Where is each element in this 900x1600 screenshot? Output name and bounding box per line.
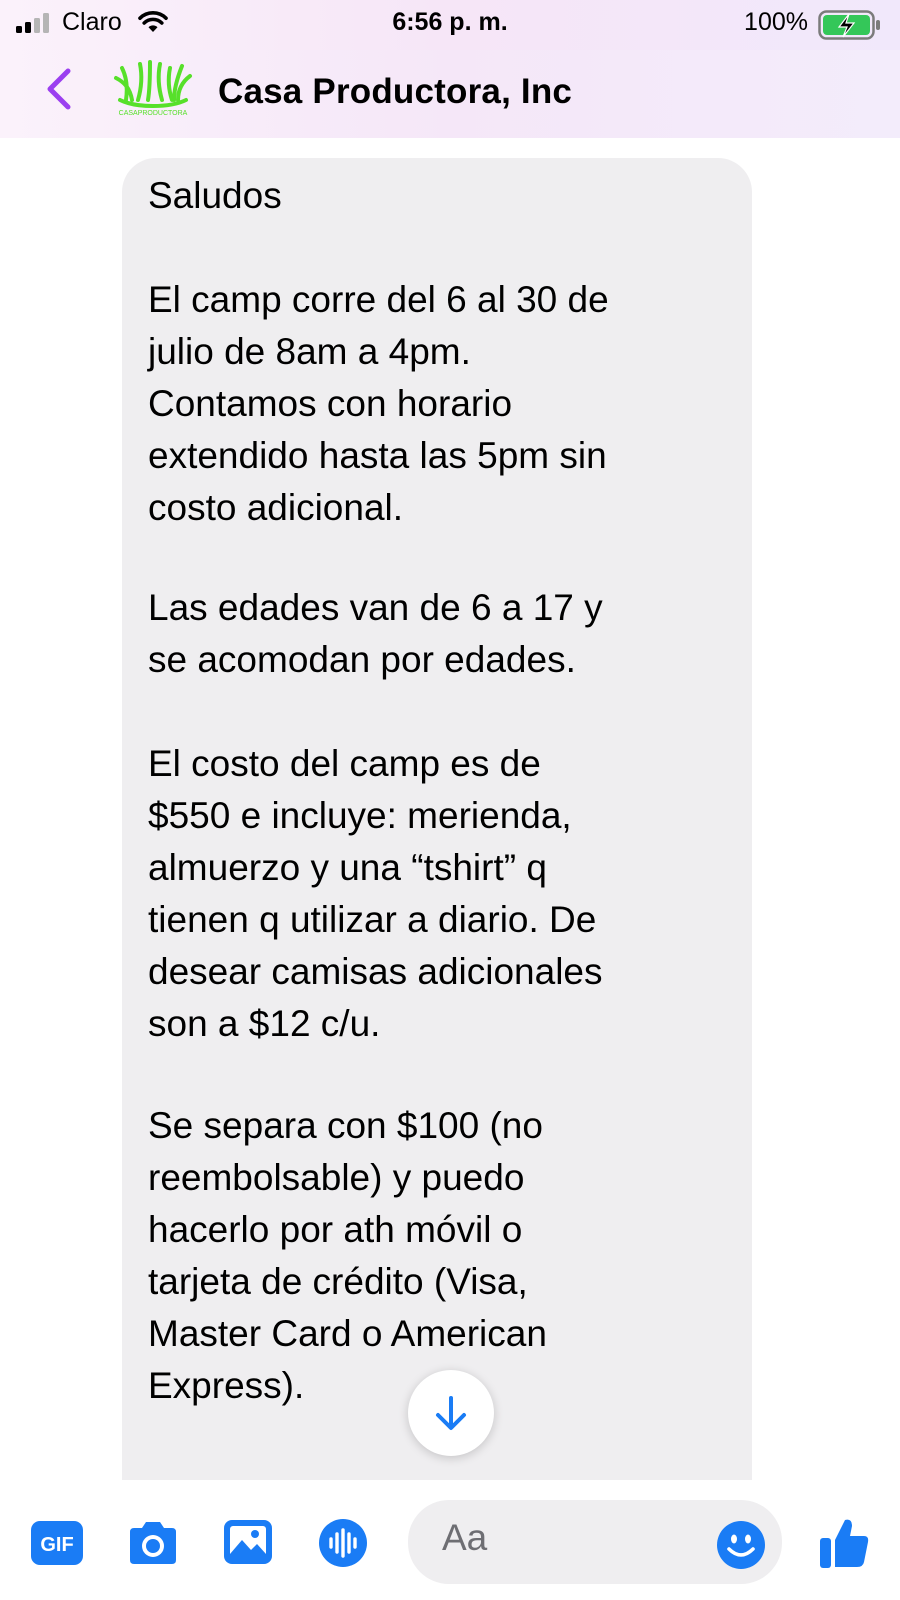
thumbs-up-icon[interactable]	[818, 1516, 870, 1570]
arrow-down-icon	[436, 1396, 466, 1430]
scroll-to-bottom-button[interactable]	[408, 1370, 494, 1456]
gif-icon[interactable]: GIF	[30, 1520, 84, 1566]
logo-wordmark: CASAPRODUCTORA	[119, 110, 188, 117]
message-paragraph-deposit: Se separa con $100 (no reembolsable) y p…	[148, 1105, 547, 1406]
casa-productora-logo[interactable]: CASAPRODUCTORA	[112, 60, 194, 118]
battery-percent: 100%	[744, 8, 808, 36]
camera-icon[interactable]	[126, 1520, 180, 1566]
status-bar: Claro 6:56 p. m. 100%	[0, 0, 900, 50]
message-input-placeholder: Aa	[442, 1517, 488, 1558]
message-paragraph-ages: Las edades van de 6 a 17 y se acomodan p…	[148, 587, 603, 680]
back-chevron-icon[interactable]	[40, 66, 80, 112]
message-greeting: Saludos	[148, 175, 282, 216]
emoji-icon[interactable]	[716, 1520, 766, 1570]
photo-gallery-icon[interactable]	[222, 1518, 274, 1566]
message-paragraph-cost: El costo del camp es de $550 e incluye: …	[148, 743, 603, 1044]
gif-label: GIF	[40, 1534, 73, 1556]
voice-message-icon[interactable]	[318, 1518, 368, 1568]
message-paragraph-dates: El camp corre del 6 al 30 de julio de 8a…	[148, 279, 609, 528]
battery-charging-icon	[818, 10, 880, 40]
conversation-title[interactable]: Casa Productora, Inc	[218, 72, 572, 112]
